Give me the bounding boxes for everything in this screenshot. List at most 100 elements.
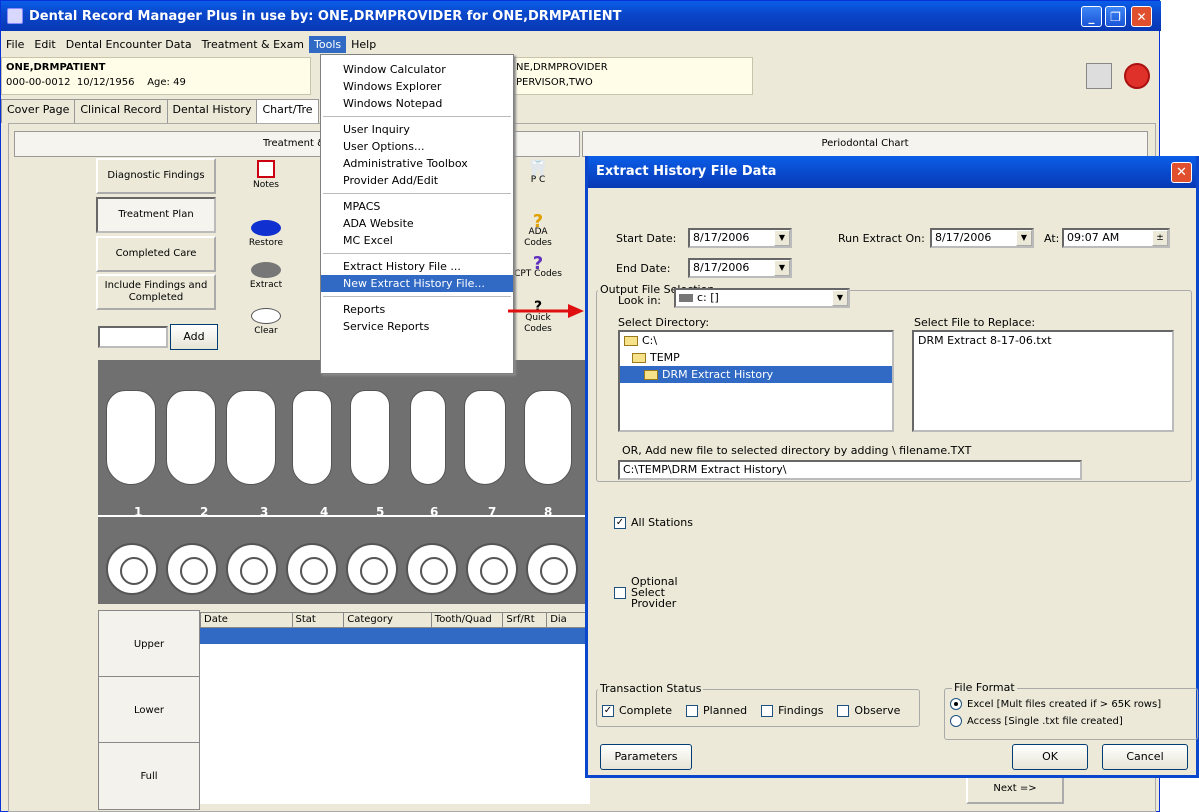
access-radio[interactable]: Access [Single .txt file created] (950, 713, 1161, 730)
occlusal-8[interactable] (526, 543, 578, 595)
menu-treatment-exam[interactable]: Treatment & Exam (197, 36, 309, 53)
spinner-icon[interactable]: ± (1152, 230, 1168, 246)
minimize-button[interactable]: _ (1081, 6, 1102, 27)
occlusal-3[interactable] (226, 543, 278, 595)
subtab-periodontal-chart[interactable]: Periodontal Chart (582, 131, 1148, 157)
tab-dental-history[interactable]: Dental History (166, 99, 258, 123)
dropdown-arrow-icon[interactable]: ▼ (774, 260, 790, 276)
path-input[interactable]: C:\TEMP\DRM Extract History\ (618, 460, 1082, 480)
file-list[interactable]: DRM Extract 8-17-06.txt (912, 330, 1174, 432)
occlusal-1[interactable] (106, 543, 158, 595)
menu-item-window-calculator[interactable]: Window Calculator (321, 61, 513, 78)
col-date[interactable]: Date (201, 613, 293, 627)
include-findings-button[interactable]: Include Findings and Completed (96, 274, 216, 310)
dropdown-arrow-icon[interactable]: ▼ (1016, 230, 1032, 246)
end-date-field[interactable]: 8/17/2006 ▼ (688, 258, 792, 278)
dropdown-arrow-icon[interactable]: ▼ (832, 290, 848, 306)
tooth-8[interactable] (524, 390, 572, 485)
tooth-2[interactable] (166, 390, 216, 485)
start-date-field[interactable]: 8/17/2006 ▼ (688, 228, 792, 248)
planned-checkbox[interactable]: Planned (686, 704, 747, 717)
extract-tool[interactable]: Extract (242, 262, 290, 291)
maximize-button[interactable]: ❐ (1105, 6, 1126, 27)
add-button[interactable]: Add (170, 324, 218, 350)
directory-item[interactable]: TEMP (620, 349, 892, 366)
clear-tool[interactable]: Clear (242, 308, 290, 337)
treatment-plan-button[interactable]: Treatment Plan (96, 197, 216, 233)
tooth-3[interactable] (226, 390, 276, 485)
excel-radio[interactable]: Excel [Mult files created if > 65K rows] (950, 696, 1161, 713)
next-button[interactable]: Next => (966, 776, 1064, 804)
findings-checkbox[interactable]: Findings (761, 704, 823, 717)
occlusal-5[interactable] (346, 543, 398, 595)
menu-item-provider-add-edit[interactable]: Provider Add/Edit (321, 172, 513, 189)
table-row[interactable] (200, 628, 590, 644)
file-item[interactable]: DRM Extract 8-17-06.txt (918, 334, 1168, 347)
menu-item-ada-website[interactable]: ADA Website (321, 215, 513, 232)
tooth-4[interactable] (292, 390, 332, 485)
all-stations-checkbox[interactable]: ✓ All Stations (614, 516, 693, 529)
look-in-combo[interactable]: c: [] ▼ (674, 288, 850, 308)
dialog-close-icon[interactable]: ✕ (1171, 162, 1192, 183)
col-tooth-quad[interactable]: Tooth/Quad (432, 613, 504, 627)
tab-clinical-record[interactable]: Clinical Record (74, 99, 168, 123)
menu-help[interactable]: Help (346, 36, 381, 53)
diagnostic-findings-button[interactable]: Diagnostic Findings (96, 158, 216, 194)
menu-tools[interactable]: Tools (309, 35, 347, 53)
upper-button[interactable]: Upper (98, 610, 200, 678)
menu-edit[interactable]: Edit (29, 36, 60, 53)
tab-chart-treatment[interactable]: Chart/Tre (256, 99, 319, 123)
tooth-7[interactable] (464, 390, 506, 485)
col-srf-rt[interactable]: Srf/Rt (503, 613, 548, 627)
parameters-button[interactable]: Parameters (600, 744, 692, 770)
col-stat[interactable]: Stat (293, 613, 345, 627)
occlusal-4[interactable] (286, 543, 338, 595)
directory-item[interactable]: C:\ (620, 332, 892, 349)
calculator-icon[interactable] (1086, 63, 1112, 89)
directory-item-selected[interactable]: DRM Extract History (620, 366, 892, 383)
menu-dental-encounter-data[interactable]: Dental Encounter Data (61, 36, 197, 53)
col-dia[interactable]: Dia (547, 613, 589, 627)
lower-button[interactable]: Lower (98, 676, 200, 744)
menu-item-mpacs[interactable]: MPACS (321, 198, 513, 215)
col-category[interactable]: Category (344, 613, 432, 627)
occlusal-2[interactable] (166, 543, 218, 595)
stop-icon[interactable] (1123, 63, 1150, 89)
menu-item-windows-explorer[interactable]: Windows Explorer (321, 78, 513, 95)
complete-checkbox[interactable]: ✓ Complete (602, 704, 672, 717)
menu-item-user-options[interactable]: User Options... (321, 138, 513, 155)
notes-tool[interactable]: Notes (242, 160, 290, 191)
observe-checkbox[interactable]: Observe (837, 704, 900, 717)
menu-item-mc-excel[interactable]: MC Excel (321, 232, 513, 249)
directory-list[interactable]: C:\ TEMP DRM Extract History (618, 330, 894, 432)
add-input[interactable] (98, 326, 168, 348)
menu-item-administrative-toolbox[interactable]: Administrative Toolbox (321, 155, 513, 172)
menu-file[interactable]: File (1, 36, 29, 53)
tab-cover-page[interactable]: Cover Page (1, 99, 76, 123)
optional-provider-checkbox[interactable]: Optional Select Provider (614, 576, 678, 609)
menu-item-service-reports[interactable]: Service Reports (321, 318, 513, 335)
tooth-1[interactable] (106, 390, 156, 485)
tooth-5[interactable] (350, 390, 390, 485)
cancel-button[interactable]: Cancel (1102, 744, 1188, 770)
completed-care-button[interactable]: Completed Care (96, 236, 216, 272)
cpt-codes-tool[interactable]: ? CPT Codes (514, 255, 562, 280)
time-field[interactable]: 09:07 AM ± (1062, 228, 1170, 248)
ada-codes-tool[interactable]: ? ADA Codes (514, 213, 562, 249)
menu-item-user-inquiry[interactable]: User Inquiry (321, 121, 513, 138)
occlusal-6[interactable] (406, 543, 458, 595)
table-body[interactable] (200, 644, 590, 804)
occlusal-7[interactable] (466, 543, 518, 595)
menu-item-windows-notepad[interactable]: Windows Notepad (321, 95, 513, 112)
menu-item-extract-history-file[interactable]: Extract History File ... (321, 258, 513, 275)
pc-tool[interactable]: 🦷 P C (514, 161, 562, 186)
tooth-6[interactable] (410, 390, 446, 485)
close-button[interactable]: ✕ (1131, 6, 1152, 27)
full-button[interactable]: Full (98, 742, 200, 810)
ok-button[interactable]: OK (1012, 744, 1088, 770)
menu-item-reports[interactable]: Reports (321, 301, 513, 318)
restore-tool[interactable]: Restore (242, 220, 290, 249)
run-extract-field[interactable]: 8/17/2006 ▼ (930, 228, 1034, 248)
dropdown-arrow-icon[interactable]: ▼ (774, 230, 790, 246)
menu-item-new-extract-history-file[interactable]: New Extract History File... (321, 275, 513, 292)
